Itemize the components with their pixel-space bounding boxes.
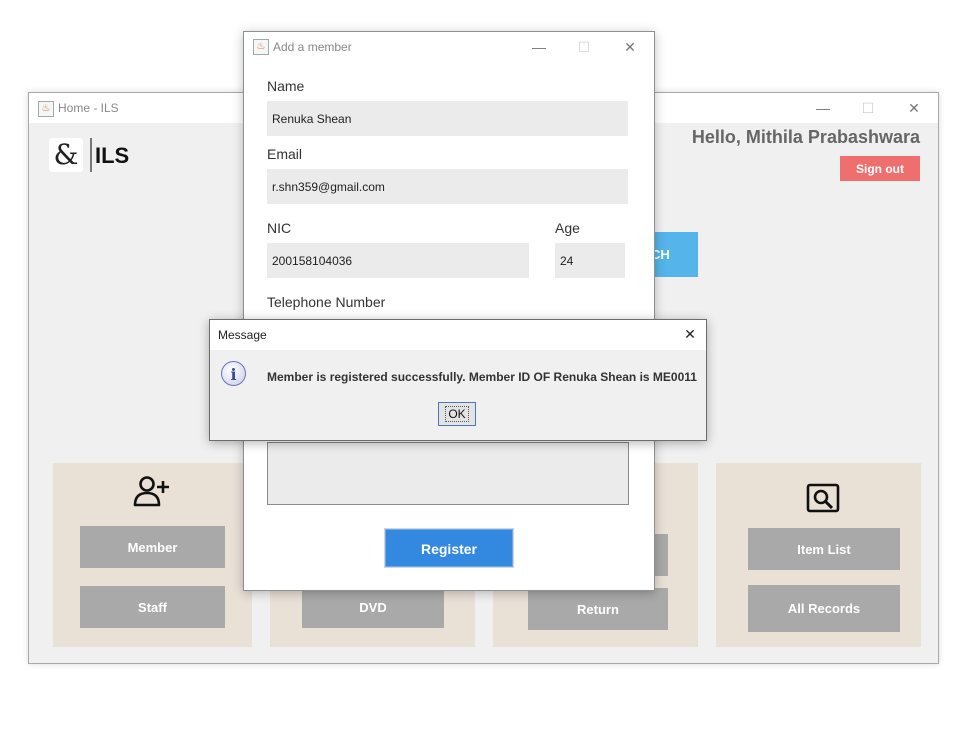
staff-button[interactable]: Staff bbox=[80, 586, 225, 628]
address-textarea[interactable] bbox=[267, 442, 629, 505]
all-records-button[interactable]: All Records bbox=[748, 585, 900, 632]
sign-out-button[interactable]: Sign out bbox=[840, 156, 920, 181]
email-field[interactable] bbox=[267, 169, 628, 204]
greeting-text: Hello, Mithila Prabashwara bbox=[691, 127, 920, 147]
minimize-icon[interactable]: — bbox=[813, 99, 833, 117]
logo-icon: & bbox=[49, 138, 83, 172]
logo-text: ILS bbox=[95, 143, 130, 168]
name-label: Name bbox=[267, 78, 305, 94]
java-app-icon: ♨ bbox=[253, 39, 269, 55]
message-dialog: Message ✕ i Member is registered success… bbox=[209, 319, 707, 441]
add-member-titlebar: ♨ Add a member — ☐ ✕ bbox=[244, 32, 654, 62]
info-icon: i bbox=[221, 361, 246, 386]
message-title: Message bbox=[218, 328, 267, 342]
maximize-icon[interactable]: ☐ bbox=[574, 38, 594, 56]
nic-field[interactable] bbox=[267, 243, 529, 278]
nic-label: NIC bbox=[267, 220, 292, 236]
ok-button-label: OK bbox=[445, 406, 469, 422]
java-app-icon: ♨ bbox=[38, 101, 54, 117]
item-list-button[interactable]: Item List bbox=[748, 528, 900, 570]
age-field[interactable] bbox=[555, 243, 625, 278]
minimize-icon[interactable]: — bbox=[529, 38, 549, 56]
logo-divider bbox=[90, 138, 92, 172]
name-field[interactable] bbox=[267, 101, 628, 136]
close-icon[interactable]: ✕ bbox=[680, 325, 700, 343]
member-button[interactable]: Member bbox=[80, 526, 225, 568]
age-label: Age bbox=[555, 220, 580, 236]
add-member-dialog: ♨ Add a member — ☐ ✕ Name Email NIC Age … bbox=[243, 31, 655, 591]
telephone-label: Telephone Number bbox=[267, 294, 386, 310]
register-button[interactable]: Register bbox=[384, 528, 514, 568]
email-label: Email bbox=[267, 146, 303, 162]
message-titlebar: Message ✕ bbox=[210, 320, 706, 350]
home-window-title: Home - ILS bbox=[58, 101, 119, 115]
maximize-icon[interactable]: ☐ bbox=[858, 99, 878, 117]
search-icon bbox=[806, 483, 840, 513]
add-member-title: Add a member bbox=[273, 40, 352, 54]
add-user-icon bbox=[133, 476, 169, 507]
ok-button[interactable]: OK bbox=[438, 402, 476, 426]
dvd-button[interactable]: DVD bbox=[302, 586, 444, 628]
close-icon[interactable]: ✕ bbox=[904, 99, 924, 117]
return-button[interactable]: Return bbox=[528, 588, 668, 630]
message-text: Member is registered successfully. Membe… bbox=[267, 370, 697, 384]
close-icon[interactable]: ✕ bbox=[620, 38, 640, 56]
member-panel: Member Staff bbox=[53, 463, 252, 647]
records-panel: Item List All Records bbox=[716, 463, 921, 647]
